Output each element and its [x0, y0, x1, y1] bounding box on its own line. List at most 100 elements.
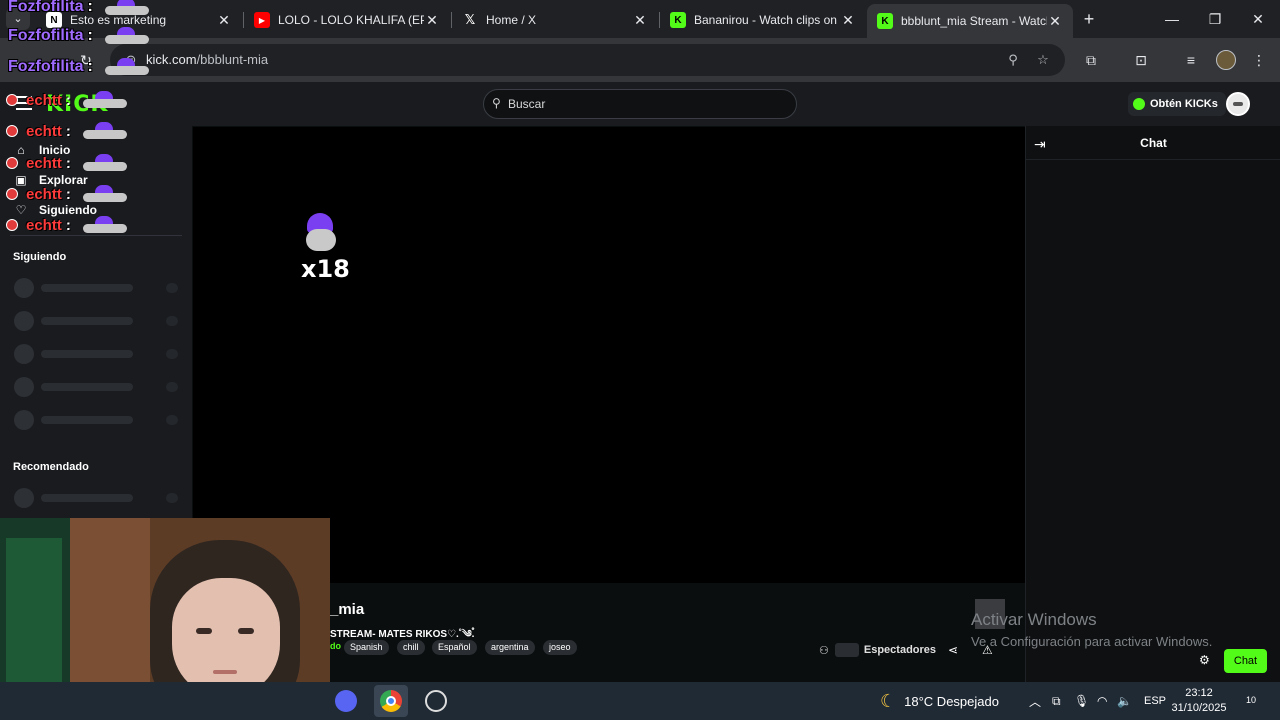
- channel-skeleton: [14, 377, 180, 397]
- overlay-chat-line: echtt:: [6, 185, 127, 203]
- badge-icon: [6, 157, 18, 169]
- clock-time: 23:12: [1185, 687, 1213, 699]
- close-window-button[interactable]: ✕: [1236, 6, 1280, 32]
- kick-icon: K: [877, 13, 893, 29]
- overlay-username: Fozfofilita: [8, 27, 84, 44]
- tab-close-icon[interactable]: ✕: [632, 12, 648, 29]
- browser-tab[interactable]: 𝕏 Home / X ✕: [452, 6, 658, 34]
- channel-name[interactable]: _mia: [330, 601, 364, 618]
- overlay-username: Fozfofilita: [8, 58, 84, 75]
- x-icon: 𝕏: [464, 12, 476, 27]
- restore-button[interactable]: ❐: [1193, 6, 1237, 32]
- overlay-chat-line: Fozfofilita:: [8, 58, 149, 76]
- badge-icon: [6, 219, 18, 231]
- overlay-colon: :: [65, 185, 71, 203]
- browser-tab[interactable]: ▶ LOLO - LOLO KHALIFA (EP) - ✕: [244, 6, 450, 34]
- share-icon[interactable]: ⋖: [948, 643, 958, 657]
- emote-icon: [81, 91, 127, 109]
- overlay-chat-line: Fozfofilita:: [8, 0, 149, 16]
- kick-header: KICK ⚲ Obtén KICKs: [0, 82, 1280, 126]
- overlay-chat-line: echtt:: [6, 216, 127, 234]
- chat-send-button[interactable]: Chat: [1224, 649, 1267, 673]
- overlay-chat-line: Fozfofilita:: [8, 27, 149, 45]
- obs-taskbar-icon[interactable]: [419, 685, 453, 717]
- sidebar-item-label: Siguiendo: [39, 203, 97, 217]
- notifications-icon[interactable]: 10: [1240, 692, 1262, 710]
- tag-chip[interactable]: Español: [432, 640, 477, 655]
- media-control-icon[interactable]: ≡: [1181, 50, 1201, 70]
- tab-title: bbblunt_mia Stream - Watch: [901, 14, 1047, 28]
- overlay-colon: :: [87, 27, 93, 44]
- activate-title: Activar Windows: [971, 610, 1097, 629]
- new-tab-button[interactable]: +: [1079, 8, 1099, 30]
- microphone-icon[interactable]: 🎙: [1074, 682, 1089, 720]
- overlay-chat-line: echtt:: [6, 154, 127, 172]
- tag-chip[interactable]: chill: [397, 640, 425, 655]
- profile-avatar[interactable]: [1216, 50, 1236, 70]
- chat-title: Chat: [1140, 136, 1167, 150]
- browser-tab-active[interactable]: K bbblunt_mia Stream - Watch ✕: [867, 4, 1073, 38]
- overlay-colon: :: [65, 216, 71, 234]
- emote-sticker: x18: [297, 213, 350, 285]
- menu-dots-icon[interactable]: ⋮: [1249, 50, 1269, 70]
- zoom-icon[interactable]: ⚲: [1004, 51, 1022, 69]
- tag-chip[interactable]: Spanish: [344, 640, 389, 655]
- overlay-username: Fozfofilita: [8, 0, 84, 15]
- tray-expand-icon[interactable]: ︿: [1029, 682, 1041, 720]
- overlay-colon: :: [65, 91, 71, 109]
- kick-icon: K: [670, 12, 686, 28]
- tab-title: Bananirou - Watch clips on: [694, 13, 837, 27]
- url-host: kick.com: [146, 52, 197, 67]
- emote-icon: [81, 216, 127, 234]
- tab-close-icon[interactable]: ✕: [1047, 13, 1063, 30]
- bookmark-star-icon[interactable]: ☆: [1034, 51, 1052, 69]
- gear-icon[interactable]: ⚙: [1199, 653, 1210, 667]
- wifi-icon[interactable]: ◠: [1097, 682, 1107, 720]
- notification-count: 10: [1245, 695, 1256, 705]
- clock[interactable]: 23:12 31/10/2025: [1168, 686, 1230, 716]
- category-link[interactable]: do: [330, 641, 341, 651]
- browser-toolbar: ← → ↻ ⊜ kick.com/bbblunt-mia ⚲ ☆ ⧉ ⊡ ≡ ⋮: [0, 38, 1280, 82]
- tag-chip[interactable]: joseo: [543, 640, 577, 655]
- multiplier-label: x18: [301, 255, 350, 283]
- chat-header: ⇥ Chat: [1026, 126, 1280, 160]
- tab-title: Home / X: [486, 13, 537, 27]
- user-avatar[interactable]: [1226, 92, 1250, 116]
- badge-icon: [6, 125, 18, 137]
- overlay-colon: :: [87, 58, 93, 75]
- cast-icon[interactable]: ⊡: [1131, 50, 1151, 70]
- viewers-label: Espectadores: [863, 644, 937, 656]
- get-kicks-button[interactable]: Obtén KICKs: [1128, 92, 1226, 116]
- address-bar[interactable]: ⊜ kick.com/bbblunt-mia ⚲ ☆: [110, 44, 1065, 76]
- tab-close-icon[interactable]: ✕: [424, 12, 440, 29]
- chrome-taskbar-icon[interactable]: [374, 685, 408, 717]
- weather-widget[interactable]: ☾ 18°C Despejado: [880, 682, 999, 720]
- browser-tab[interactable]: K Bananirou - Watch clips on ✕: [660, 6, 866, 34]
- activate-subtitle: Ve a Configuración para activar Windows.: [971, 634, 1213, 649]
- weather-text: 18°C Despejado: [904, 693, 999, 709]
- search-box[interactable]: ⚲: [483, 89, 797, 119]
- tag-chip[interactable]: argentina: [485, 640, 535, 655]
- volume-icon[interactable]: 🔈: [1117, 682, 1132, 720]
- channel-skeleton: [14, 488, 180, 508]
- channel-skeleton: [14, 344, 180, 364]
- chat-input[interactable]: [1027, 646, 1187, 666]
- search-input[interactable]: [508, 94, 788, 114]
- meet-icon[interactable]: ⧉: [1052, 682, 1061, 720]
- url-path: /bbblunt-mia: [196, 52, 269, 67]
- viewer-count: ⚇ Espectadores: [819, 643, 936, 657]
- activate-windows-watermark: Activar Windows Ve a Configuración para …: [971, 610, 1212, 649]
- language-indicator[interactable]: ESP: [1144, 682, 1166, 720]
- video-player[interactable]: x18: [193, 127, 1025, 583]
- url-text[interactable]: kick.com/bbblunt-mia: [146, 52, 268, 67]
- overlay-username: echtt: [26, 154, 62, 172]
- tab-close-icon[interactable]: ✕: [840, 12, 856, 29]
- browser-tab-strip: ⌄ N Esto es marketing ✕ ▶ LOLO - LOLO KH…: [0, 0, 1280, 38]
- viewer-count-placeholder: [834, 643, 859, 657]
- extensions-icon[interactable]: ⧉: [1081, 50, 1101, 70]
- minimize-button[interactable]: —: [1150, 6, 1194, 32]
- discord-taskbar-icon[interactable]: [329, 685, 363, 717]
- tab-close-icon[interactable]: ✕: [216, 12, 232, 29]
- channel-skeleton: [14, 278, 180, 298]
- windows-taskbar: ☾ 18°C Despejado ︿ ⧉ 🎙 ◠ 🔈 ESP 23:12 31/…: [0, 682, 1280, 720]
